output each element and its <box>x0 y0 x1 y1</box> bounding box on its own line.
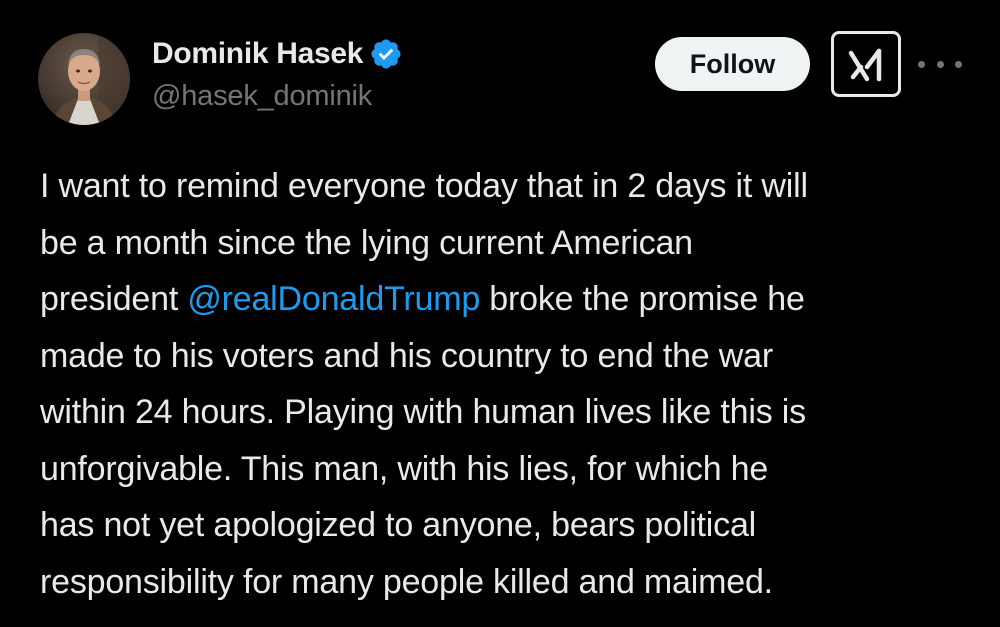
tweet-line: I want to remind everyone today that in … <box>40 158 980 215</box>
tweet-line: within 24 hours. Playing with human live… <box>40 384 980 441</box>
tweet-text-segment: broke the promise he <box>480 280 805 318</box>
tweet-text-segment: has not yet apologized to anyone, bears … <box>40 506 757 544</box>
tweet-text-segment: be a month since the lying current Ameri… <box>40 223 693 262</box>
verified-badge-icon[interactable] <box>369 37 403 71</box>
more-horizontal-icon <box>955 60 962 68</box>
follow-button[interactable]: Follow <box>655 37 810 91</box>
display-name[interactable]: Dominik Hasek <box>152 37 363 71</box>
author-name-row[interactable]: Dominik Hasek <box>152 36 403 72</box>
tweet-line: responsibility for many people killed an… <box>40 554 980 611</box>
tweet-text-segment: made to his voters and his country to en… <box>40 336 773 375</box>
tweet-text: I want to remind everyone today that in … <box>40 158 980 610</box>
tweet-text-segment: I want to remind everyone today that in … <box>40 167 808 205</box>
tweet-text-segment: responsibility for many people killed an… <box>40 562 773 601</box>
tweet: Dominik Hasek @hasek_dominik Follow I wa… <box>0 0 1000 627</box>
tweet-line: has not yet apologized to anyone, bears … <box>40 497 980 554</box>
more-horizontal-icon <box>918 60 925 68</box>
grok-button[interactable] <box>831 31 901 97</box>
profile-photo-icon <box>38 33 130 125</box>
tweet-text-segment: unforgivable. This man, with his lies, f… <box>40 449 769 488</box>
more-options-button[interactable] <box>918 51 962 77</box>
mention-link[interactable]: @realDonaldTrump <box>187 280 480 318</box>
tweet-text-segment: president <box>40 280 188 318</box>
tweet-line: unforgivable. This man, with his lies, f… <box>40 441 980 498</box>
tweet-text-segment: within 24 hours. Playing with human live… <box>40 393 806 431</box>
tweet-line: made to his voters and his country to en… <box>40 328 980 385</box>
handle[interactable]: @hasek_dominik <box>152 80 372 113</box>
tweet-line: be a month since the lying current Ameri… <box>40 215 980 272</box>
grok-icon <box>848 48 882 82</box>
tweet-line: president @realDonaldTrump broke the pro… <box>40 271 980 328</box>
avatar[interactable] <box>38 33 130 125</box>
more-horizontal-icon <box>936 60 944 68</box>
